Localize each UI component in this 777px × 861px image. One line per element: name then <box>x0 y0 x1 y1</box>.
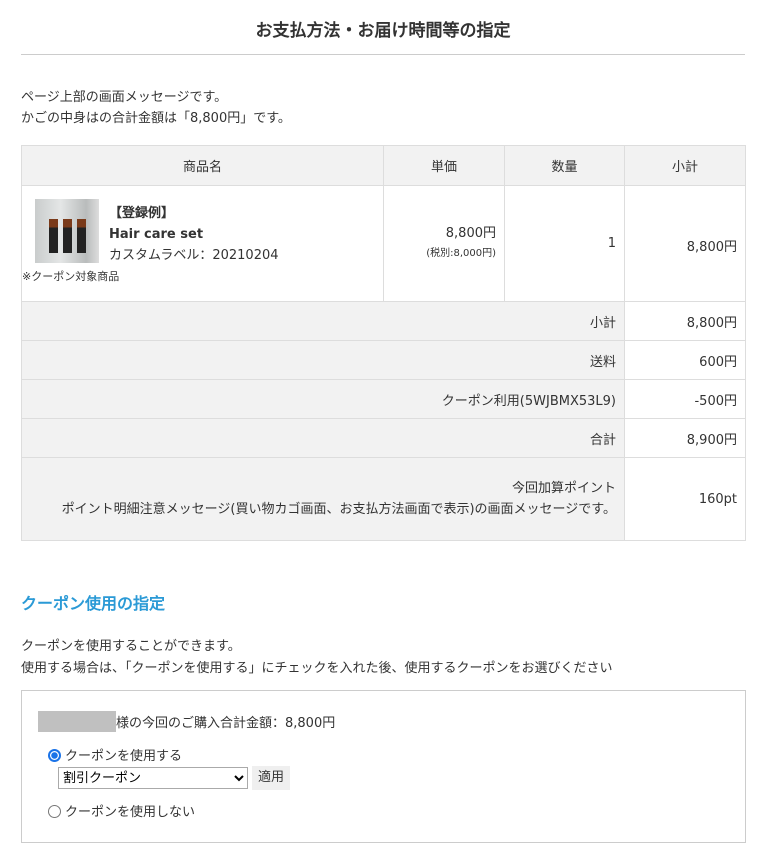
points-label: 今回加算ポイント <box>511 481 616 496</box>
coupon-message: クーポンを使用することができます。 使用する場合は、「クーポンを使用する」にチェ… <box>21 636 613 680</box>
summary-value: 8,800円 <box>624 301 746 341</box>
quantity: 1 <box>504 185 625 302</box>
summary-value: 600円 <box>624 340 746 380</box>
summary-label: 小計 <box>21 301 625 341</box>
points-message: ポイント明細注意メッセージ(買い物カゴ画面、お支払方法画面で表示)の画面メッセー… <box>61 502 616 517</box>
summary-value: 8,900円 <box>624 418 746 458</box>
table-row: 【登録例】 Hair care set カスタムラベル：20210204 ※クー… <box>21 185 746 302</box>
apply-button[interactable]: 適用 <box>252 766 291 790</box>
summary-label: 送料 <box>21 340 625 380</box>
item-subtotal: 8,800円 <box>624 185 746 302</box>
use-coupon-label: クーポンを使用する <box>65 749 183 764</box>
summary-label: クーポン利用(5WJBMX53L9) <box>21 379 625 419</box>
header-subtotal: 小計 <box>624 145 746 186</box>
purchase-total: 様の今回のご購入合計金額：8,800円 <box>116 716 336 731</box>
message-line: 使用する場合は、「クーポンを使用する」にチェックを入れた後、使用するクーポンをお… <box>21 661 613 676</box>
header-qty: 数量 <box>504 145 625 186</box>
coupon-note: ※クーポン対象商品 <box>22 270 120 283</box>
page-title: お支払方法・お届け時間等の指定 <box>255 21 511 41</box>
page-message: ページ上部の画面メッセージです。 かごの中身はの合計金額は「8,800円」です。 <box>21 87 291 129</box>
message-line: かごの中身はの合計金額は「8,800円」です。 <box>21 111 291 126</box>
product-image[interactable] <box>35 199 99 263</box>
divider <box>21 54 745 55</box>
message-line: クーポンを使用することができます。 <box>21 639 241 654</box>
summary-row: 合計 8,900円 <box>21 418 746 458</box>
header-product: 商品名 <box>21 145 384 186</box>
points-value: 160pt <box>624 457 746 541</box>
message-line: ページ上部の画面メッセージです。 <box>21 90 228 105</box>
summary-row: 送料 600円 <box>21 340 746 380</box>
summary-value: -500円 <box>624 379 746 419</box>
price-ex-tax: (税別:8,000円) <box>426 248 496 259</box>
coupon-select[interactable]: 割引クーポン <box>58 767 248 789</box>
use-coupon-radio[interactable]: クーポンを使用する <box>48 745 182 764</box>
coupon-heading: クーポン使用の指定 <box>21 594 166 613</box>
no-coupon-radio[interactable]: クーポンを使用しない <box>48 801 195 820</box>
no-coupon-label: クーポンを使用しない <box>65 805 196 820</box>
masked-customer-name <box>38 711 116 732</box>
radio-unchecked-icon[interactable] <box>48 805 61 818</box>
coupon-box: 様の今回のご購入合計金額：8,800円 クーポンを使用する 割引クーポン適用 ク… <box>21 690 746 843</box>
product-cell: 【登録例】 Hair care set カスタムラベル：20210204 ※クー… <box>21 185 384 302</box>
summary-label: 合計 <box>21 418 625 458</box>
summary-row: クーポン利用(5WJBMX53L9) -500円 <box>21 379 746 419</box>
radio-checked-icon[interactable] <box>48 749 61 762</box>
points-row: 今回加算ポイント ポイント明細注意メッセージ(買い物カゴ画面、お支払方法画面で表… <box>21 457 746 541</box>
summary-row: 小計 8,800円 <box>21 301 746 341</box>
header-price: 単価 <box>383 145 505 186</box>
cart-table: 商品名 単価 数量 小計 【登録例】 Hair care set カスタムラベル… <box>21 145 746 541</box>
unit-price: 8,800円 <box>445 226 496 241</box>
